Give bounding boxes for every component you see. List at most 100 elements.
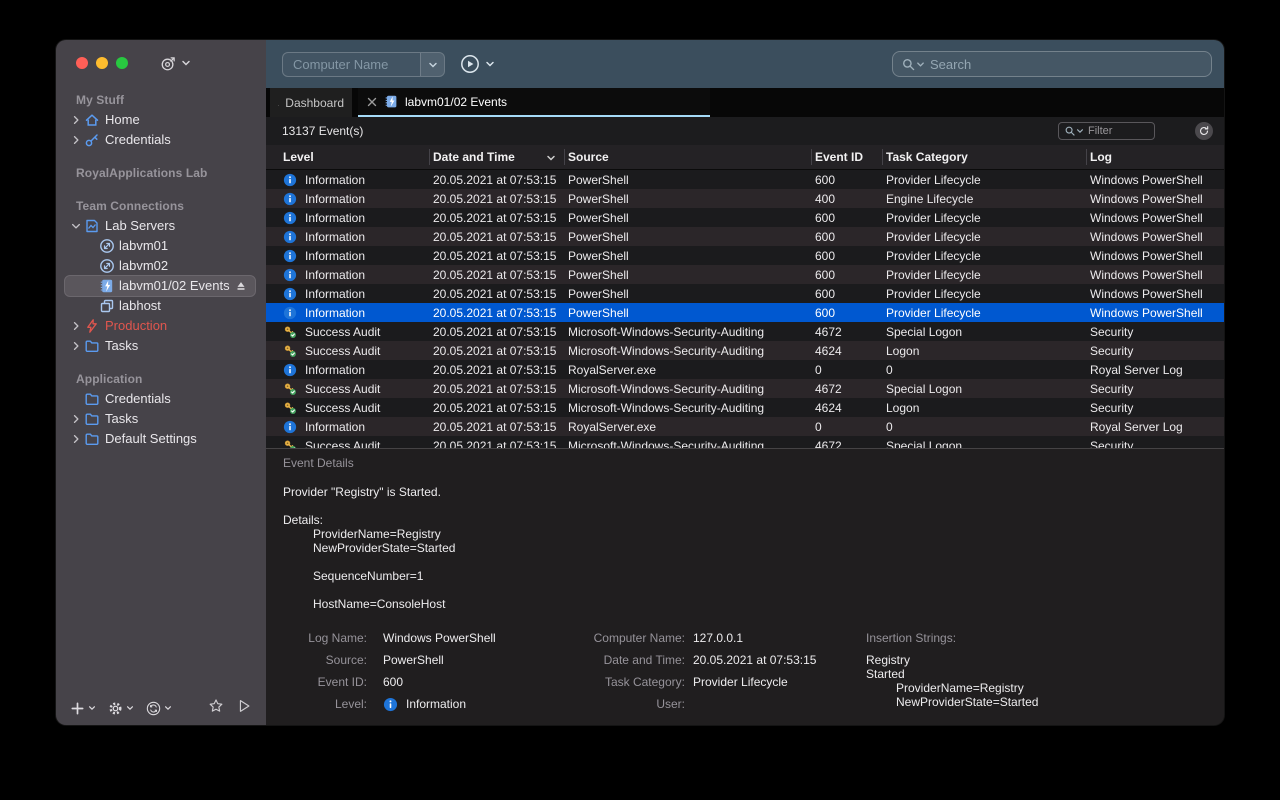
chevron-down-icon bbox=[181, 58, 191, 68]
sync-button[interactable] bbox=[146, 701, 172, 716]
meta-label: Computer Name: bbox=[525, 631, 685, 645]
filter-input[interactable]: Filter bbox=[1058, 122, 1155, 140]
connect-menu-button[interactable] bbox=[160, 55, 191, 72]
cell-level: Information bbox=[266, 306, 429, 320]
chevron-right-icon[interactable] bbox=[70, 320, 82, 332]
cell-event-id: 400 bbox=[811, 192, 882, 206]
play-outline-button[interactable] bbox=[236, 698, 252, 719]
cell-log: Security bbox=[1086, 344, 1224, 358]
table-row[interactable]: Success Audit20.05.2021 at 07:53:15Micro… bbox=[266, 379, 1224, 398]
chevron-right-icon[interactable] bbox=[70, 433, 82, 445]
table-row[interactable]: Information20.05.2021 at 07:53:15PowerSh… bbox=[266, 303, 1224, 322]
sidebar-item-credentials[interactable]: Credentials bbox=[56, 389, 266, 409]
refresh-button[interactable] bbox=[1195, 122, 1213, 140]
column-header-task-category[interactable]: Task Category bbox=[882, 145, 1086, 169]
connect-button[interactable] bbox=[460, 54, 495, 74]
table-row[interactable]: Success Audit20.05.2021 at 07:53:15Micro… bbox=[266, 398, 1224, 417]
close-icon[interactable] bbox=[366, 96, 378, 108]
table-row[interactable]: Success Audit20.05.2021 at 07:53:15Micro… bbox=[266, 341, 1224, 360]
cell-date: 20.05.2021 at 07:53:15 bbox=[429, 192, 564, 206]
table-row[interactable]: Success Audit20.05.2021 at 07:53:15Micro… bbox=[266, 436, 1224, 448]
cell-task-category: Engine Lifecycle bbox=[882, 192, 1086, 206]
cell-source: RoyalServer.exe bbox=[564, 420, 811, 434]
chevron-down-icon[interactable] bbox=[70, 220, 82, 232]
info-icon bbox=[283, 211, 297, 225]
meta-value: Windows PowerShell bbox=[383, 631, 496, 645]
table-row[interactable]: Information20.05.2021 at 07:53:15PowerSh… bbox=[266, 189, 1224, 208]
table-header: LevelDate and TimeSourceEvent IDTask Cat… bbox=[266, 145, 1224, 170]
level-label: Information bbox=[305, 173, 365, 187]
window-minimize-button[interactable] bbox=[96, 57, 108, 69]
column-header-log[interactable]: Log bbox=[1086, 145, 1224, 169]
info-icon bbox=[283, 230, 297, 244]
column-header-level[interactable]: Level bbox=[266, 145, 429, 169]
cell-task-category: Special Logon bbox=[882, 382, 1086, 396]
chevron-down-icon bbox=[164, 704, 172, 712]
table-row[interactable]: Information20.05.2021 at 07:53:15PowerSh… bbox=[266, 246, 1224, 265]
window-zoom-button[interactable] bbox=[116, 57, 128, 69]
bolt-icon bbox=[84, 318, 100, 334]
cell-log: Security bbox=[1086, 325, 1224, 339]
meta-value: 600 bbox=[383, 675, 403, 689]
tab-dashboard[interactable]: Dashboard bbox=[270, 88, 352, 117]
event-message: Provider "Registry" is Started. Details:… bbox=[283, 485, 455, 611]
level-label: Success Audit bbox=[305, 439, 380, 449]
tab-labvm01-02-events[interactable]: labvm01/02 Events bbox=[358, 88, 710, 117]
meta-row-computer-name: Computer Name: 127.0.0.1 bbox=[525, 627, 816, 649]
column-header-source[interactable]: Source bbox=[564, 145, 811, 169]
sidebar-item-default-settings[interactable]: Default Settings bbox=[56, 429, 266, 449]
level-label: Information bbox=[305, 287, 365, 301]
cell-source: PowerShell bbox=[564, 192, 811, 206]
sidebar-item-labhost[interactable]: labhost bbox=[56, 296, 266, 316]
cell-date: 20.05.2021 at 07:53:15 bbox=[429, 287, 564, 301]
chevron-down-icon bbox=[126, 704, 134, 712]
refresh-icon bbox=[1198, 125, 1210, 137]
table-row[interactable]: Information20.05.2021 at 07:53:15RoyalSe… bbox=[266, 360, 1224, 379]
cell-task-category: Provider Lifecycle bbox=[882, 268, 1086, 282]
level-label: Information bbox=[305, 306, 365, 320]
cell-date: 20.05.2021 at 07:53:15 bbox=[429, 268, 564, 282]
cell-level: Success Audit bbox=[266, 439, 429, 449]
table-row[interactable]: Information20.05.2021 at 07:53:15PowerSh… bbox=[266, 170, 1224, 189]
combobox-dropdown-button[interactable] bbox=[420, 53, 444, 76]
eject-icon[interactable] bbox=[234, 279, 248, 293]
sidebar-item-tasks[interactable]: Tasks bbox=[56, 409, 266, 429]
meta-value: Provider Lifecycle bbox=[693, 675, 788, 689]
table-row[interactable]: Information20.05.2021 at 07:53:15PowerSh… bbox=[266, 284, 1224, 303]
settings-button[interactable] bbox=[108, 701, 134, 716]
chevron-right-icon[interactable] bbox=[70, 340, 82, 352]
success-audit-icon bbox=[283, 401, 297, 415]
sidebar-item-labvm01[interactable]: labvm01 bbox=[56, 236, 266, 256]
sidebar-item-lab-servers[interactable]: Lab Servers bbox=[56, 216, 266, 236]
table-row[interactable]: Information20.05.2021 at 07:53:15PowerSh… bbox=[266, 227, 1224, 246]
sidebar-item-labvm01-02-events[interactable]: labvm01/02 Events bbox=[56, 276, 266, 296]
folder-icon bbox=[84, 338, 100, 354]
sidebar-item-labvm02[interactable]: labvm02 bbox=[56, 256, 266, 276]
table-row[interactable]: Information20.05.2021 at 07:53:15PowerSh… bbox=[266, 265, 1224, 284]
sidebar-item-tasks[interactable]: Tasks bbox=[56, 336, 266, 356]
window-close-button[interactable] bbox=[76, 57, 88, 69]
table-row[interactable]: Success Audit20.05.2021 at 07:53:15Micro… bbox=[266, 322, 1224, 341]
computer-name-combobox[interactable]: Computer Name bbox=[282, 52, 445, 77]
chevron-right-icon[interactable] bbox=[70, 413, 82, 425]
cell-level: Success Audit bbox=[266, 401, 429, 415]
sidebar-item-production[interactable]: Production bbox=[56, 316, 266, 336]
add-button[interactable] bbox=[70, 701, 96, 716]
cell-log: Windows PowerShell bbox=[1086, 192, 1224, 206]
chevron-right-icon[interactable] bbox=[70, 114, 82, 126]
meta-label: Log Name: bbox=[283, 631, 367, 645]
meta-value-text: 20.05.2021 at 07:53:15 bbox=[693, 653, 816, 667]
chevron-right-icon[interactable] bbox=[70, 134, 82, 146]
meta-value: 127.0.0.1 bbox=[693, 631, 743, 645]
star-button[interactable] bbox=[208, 698, 224, 719]
table-row[interactable]: Information20.05.2021 at 07:53:15RoyalSe… bbox=[266, 417, 1224, 436]
sidebar-item-home[interactable]: Home bbox=[56, 110, 266, 130]
meta-label: User: bbox=[525, 697, 685, 711]
column-header-event-id[interactable]: Event ID bbox=[811, 145, 882, 169]
meta-row-log-name: Log Name: Windows PowerShell bbox=[283, 627, 496, 649]
cell-task-category: Provider Lifecycle bbox=[882, 211, 1086, 225]
column-header-date-and-time[interactable]: Date and Time bbox=[429, 145, 564, 169]
sidebar-item-credentials[interactable]: Credentials bbox=[56, 130, 266, 150]
search-input[interactable]: Search bbox=[892, 51, 1212, 77]
table-row[interactable]: Information20.05.2021 at 07:53:15PowerSh… bbox=[266, 208, 1224, 227]
